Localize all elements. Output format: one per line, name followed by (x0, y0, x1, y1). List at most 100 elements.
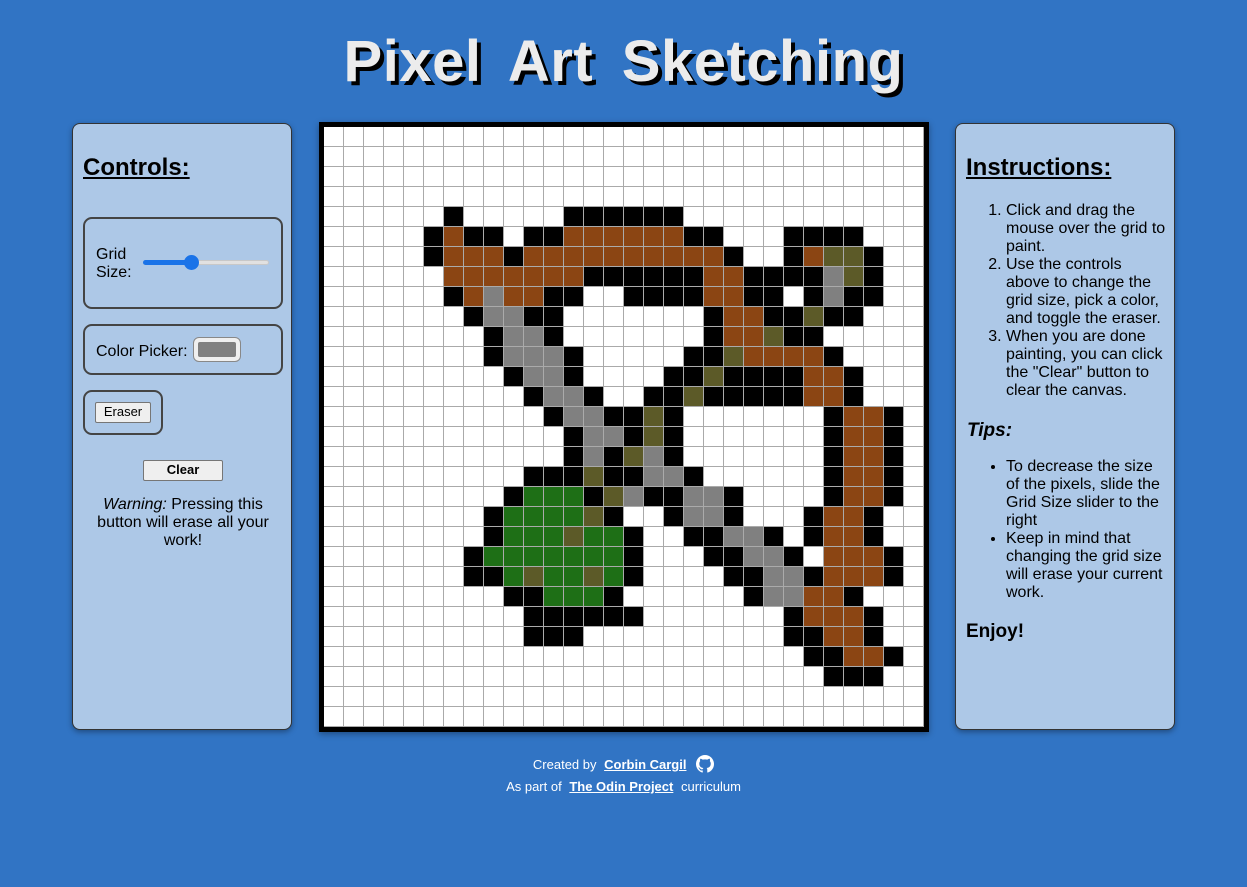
grid-cell[interactable] (544, 247, 564, 267)
grid-cell[interactable] (364, 407, 384, 427)
grid-cell[interactable] (484, 207, 504, 227)
grid-cell[interactable] (604, 507, 624, 527)
grid-cell[interactable] (804, 127, 824, 147)
grid-cell[interactable] (564, 707, 584, 727)
grid-cell[interactable] (404, 267, 424, 287)
grid-cell[interactable] (604, 207, 624, 227)
grid-cell[interactable] (404, 427, 424, 447)
grid-cell[interactable] (344, 407, 364, 427)
grid-cell[interactable] (844, 207, 864, 227)
grid-cell[interactable] (824, 127, 844, 147)
grid-cell[interactable] (364, 607, 384, 627)
grid-cell[interactable] (904, 387, 924, 407)
grid-cell[interactable] (664, 147, 684, 167)
grid-cell[interactable] (644, 447, 664, 467)
grid-cell[interactable] (624, 387, 644, 407)
grid-cell[interactable] (504, 167, 524, 187)
grid-cell[interactable] (884, 407, 904, 427)
grid-cell[interactable] (644, 507, 664, 527)
grid-cell[interactable] (664, 287, 684, 307)
grid-cell[interactable] (404, 307, 424, 327)
grid-cell[interactable] (704, 507, 724, 527)
slider-thumb[interactable] (183, 255, 199, 270)
grid-cell[interactable] (504, 327, 524, 347)
grid-cell[interactable] (484, 667, 504, 687)
grid-cell[interactable] (584, 267, 604, 287)
grid-cell[interactable] (604, 707, 624, 727)
grid-cell[interactable] (644, 587, 664, 607)
grid-cell[interactable] (764, 307, 784, 327)
grid-cell[interactable] (424, 347, 444, 367)
grid-cell[interactable] (464, 387, 484, 407)
grid-cell[interactable] (844, 667, 864, 687)
grid-cell[interactable] (584, 527, 604, 547)
grid-cell[interactable] (864, 587, 884, 607)
grid-cell[interactable] (484, 507, 504, 527)
grid-cell[interactable] (424, 447, 444, 467)
grid-cell[interactable] (844, 267, 864, 287)
grid-cell[interactable] (884, 667, 904, 687)
grid-cell[interactable] (404, 227, 424, 247)
grid-cell[interactable] (764, 187, 784, 207)
grid-cell[interactable] (644, 367, 664, 387)
grid-cell[interactable] (844, 707, 864, 727)
grid-cell[interactable] (584, 467, 604, 487)
grid-cell[interactable] (604, 267, 624, 287)
grid-cell[interactable] (424, 227, 444, 247)
grid-cell[interactable] (604, 307, 624, 327)
grid-cell[interactable] (504, 247, 524, 267)
grid-cell[interactable] (784, 127, 804, 147)
grid-cell[interactable] (344, 207, 364, 227)
grid-cell[interactable] (444, 147, 464, 167)
grid-cell[interactable] (844, 627, 864, 647)
grid-cell[interactable] (544, 587, 564, 607)
grid-cell[interactable] (484, 127, 504, 147)
grid-cell[interactable] (824, 547, 844, 567)
grid-cell[interactable] (664, 407, 684, 427)
grid-cell[interactable] (624, 267, 644, 287)
grid-cell[interactable] (704, 187, 724, 207)
grid-cell[interactable] (704, 447, 724, 467)
grid-cell[interactable] (564, 407, 584, 427)
grid-cell[interactable] (724, 267, 744, 287)
grid-cell[interactable] (764, 447, 784, 467)
grid-cell[interactable] (424, 387, 444, 407)
grid-cell[interactable] (884, 467, 904, 487)
grid-cell[interactable] (324, 607, 344, 627)
grid-cell[interactable] (324, 347, 344, 367)
grid-cell[interactable] (464, 427, 484, 447)
grid-cell[interactable] (424, 367, 444, 387)
grid-cell[interactable] (604, 187, 624, 207)
grid-cell[interactable] (724, 207, 744, 227)
grid-cell[interactable] (704, 647, 724, 667)
grid-cell[interactable] (404, 627, 424, 647)
grid-cell[interactable] (664, 687, 684, 707)
grid-cell[interactable] (404, 187, 424, 207)
grid-cell[interactable] (464, 407, 484, 427)
grid-cell[interactable] (484, 387, 504, 407)
grid-cell[interactable] (664, 387, 684, 407)
grid-cell[interactable] (584, 287, 604, 307)
grid-cell[interactable] (564, 527, 584, 547)
grid-cell[interactable] (424, 687, 444, 707)
grid-cell[interactable] (684, 267, 704, 287)
grid-cell[interactable] (464, 527, 484, 547)
grid-cell[interactable] (764, 627, 784, 647)
grid-cell[interactable] (544, 307, 564, 327)
grid-cell[interactable] (884, 167, 904, 187)
grid-cell[interactable] (784, 327, 804, 347)
grid-cell[interactable] (704, 407, 724, 427)
grid-cell[interactable] (564, 307, 584, 327)
grid-cell[interactable] (804, 627, 824, 647)
grid-cell[interactable] (724, 487, 744, 507)
grid-cell[interactable] (644, 387, 664, 407)
grid-cell[interactable] (884, 687, 904, 707)
grid-cell[interactable] (644, 607, 664, 627)
grid-cell[interactable] (844, 567, 864, 587)
grid-cell[interactable] (344, 327, 364, 347)
grid-cell[interactable] (664, 327, 684, 347)
grid-cell[interactable] (564, 147, 584, 167)
grid-cell[interactable] (364, 567, 384, 587)
grid-cell[interactable] (744, 167, 764, 187)
grid-cell[interactable] (464, 307, 484, 327)
